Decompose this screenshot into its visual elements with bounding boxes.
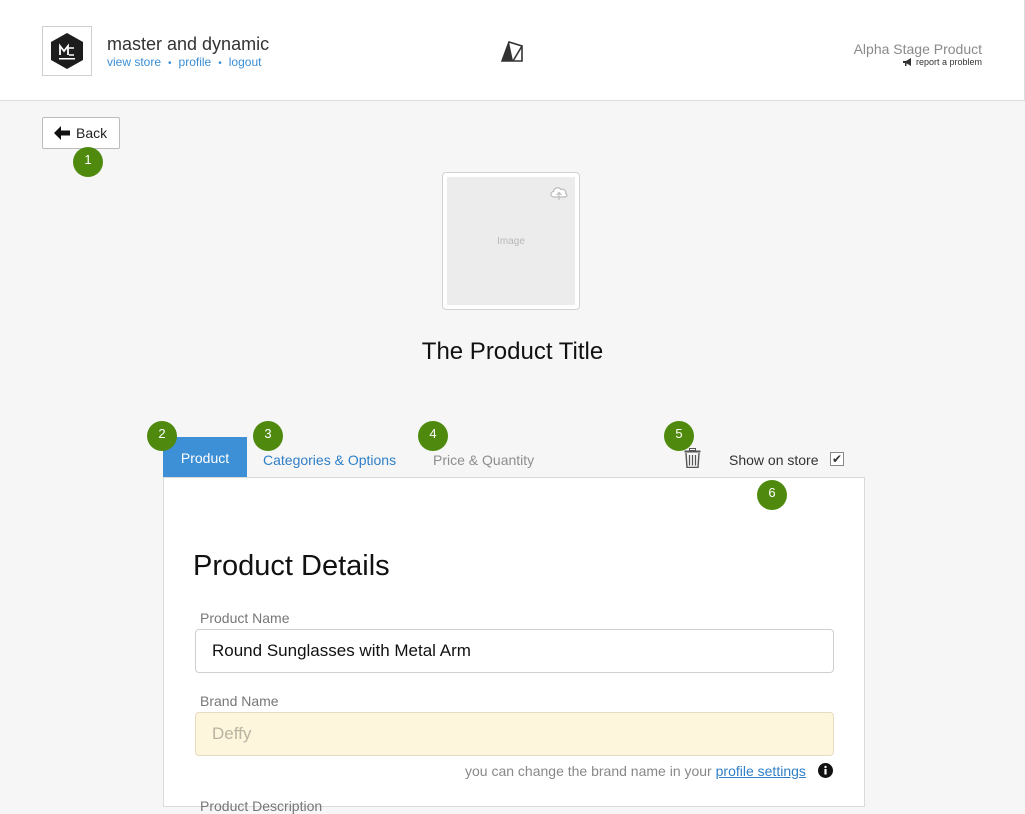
product-description-label: Product Description xyxy=(200,798,323,814)
store-links: view store • profile • logout xyxy=(107,55,261,69)
step-marker-4: 4 xyxy=(418,421,448,451)
report-problem-link[interactable]: report a problem xyxy=(902,57,982,67)
step-marker-6: 6 xyxy=(757,480,787,510)
product-title: The Product Title xyxy=(421,338,604,365)
brand-help-prefix: you can change the brand name in your xyxy=(465,763,716,779)
brand-help-text: you can change the brand name in your pr… xyxy=(465,763,806,779)
back-button[interactable]: Back xyxy=(42,117,120,149)
product-name-input[interactable] xyxy=(195,629,834,673)
store-name: master and dynamic xyxy=(107,34,270,54)
step-marker-3: 3 xyxy=(253,421,283,451)
product-image-placeholder: Image xyxy=(447,177,575,305)
logout-link[interactable]: logout xyxy=(229,55,262,69)
store-logo[interactable] xyxy=(42,26,92,76)
brand-name-label: Brand Name xyxy=(200,693,279,709)
info-icon[interactable] xyxy=(818,763,833,778)
checkmark-icon: ✔ xyxy=(831,452,843,466)
report-problem-label: report a problem xyxy=(915,57,982,67)
section-heading: Product Details xyxy=(193,550,390,582)
step-marker-2: 2 xyxy=(147,421,177,451)
step-marker-1: 1 xyxy=(73,147,103,177)
tab-categories-options[interactable]: Categories & Options xyxy=(263,452,396,468)
back-button-label: Back xyxy=(76,125,108,141)
stage-label: Alpha Stage Product xyxy=(853,41,982,57)
image-placeholder-text: Image xyxy=(497,235,525,247)
brand-name-input[interactable] xyxy=(195,712,834,756)
link-separator: • xyxy=(218,58,222,69)
step-marker-5: 5 xyxy=(664,421,694,451)
product-details-panel: Product Details Product Name Brand Name … xyxy=(163,477,865,814)
arrow-left-icon xyxy=(54,126,70,140)
store-logo-icon xyxy=(51,33,83,69)
header-bar: master and dynamic view store • profile • lo… xyxy=(0,0,1025,101)
cloud-upload-icon[interactable] xyxy=(549,185,569,201)
app-logo-icon xyxy=(500,40,524,67)
trash-icon[interactable] xyxy=(684,448,701,468)
megaphone-icon xyxy=(902,58,911,66)
tab-product[interactable]: Product xyxy=(163,437,247,478)
product-image-frame[interactable]: Image xyxy=(442,172,580,310)
view-store-link[interactable]: view store xyxy=(107,55,161,69)
profile-link[interactable]: profile xyxy=(179,55,212,69)
tab-price-quantity[interactable]: Price & Quantity xyxy=(433,452,534,468)
show-on-store-checkbox[interactable]: ✔ xyxy=(830,452,844,466)
show-on-store-label: Show on store xyxy=(729,452,819,468)
link-separator: • xyxy=(168,58,172,69)
profile-settings-link[interactable]: profile settings xyxy=(716,763,806,779)
product-name-label: Product Name xyxy=(200,610,290,626)
